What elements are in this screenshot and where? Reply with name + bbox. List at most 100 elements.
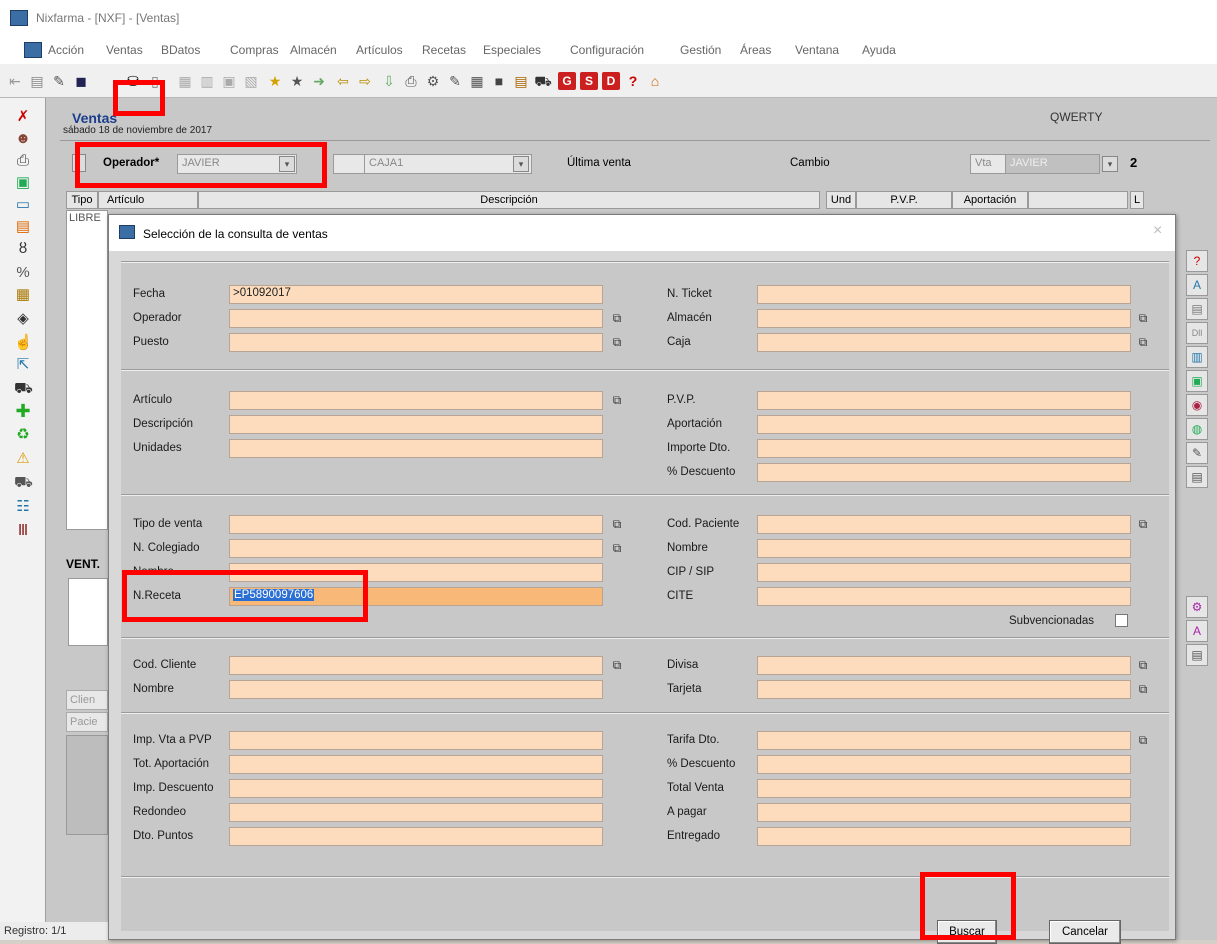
save-icon[interactable]: ✎	[50, 72, 68, 90]
menu-areas[interactable]: Áreas	[740, 43, 771, 57]
question-icon[interactable]: ?	[1186, 250, 1208, 272]
image-icon[interactable]: ▣	[1186, 370, 1208, 392]
key-icon[interactable]: ◈	[14, 310, 32, 328]
col-l[interactable]: L	[1130, 191, 1144, 209]
cod-cliente-lov-icon[interactable]: ⧉	[609, 657, 625, 673]
caja-dropdown-icon[interactable]: ▾	[513, 156, 529, 172]
menu-configuracion[interactable]: Configuración	[570, 43, 644, 57]
tarifa-dto-lov-icon[interactable]: ⧉	[1135, 732, 1151, 748]
cancelar-button[interactable]: Cancelar	[1049, 920, 1121, 944]
total-venta-input[interactable]	[757, 779, 1131, 798]
tarjeta-input[interactable]	[757, 680, 1131, 699]
operador-dropdown-icon[interactable]: ▾	[279, 156, 295, 172]
undo-icon[interactable]: ▧	[242, 72, 260, 90]
user-icon[interactable]: ☻	[14, 130, 32, 148]
menu-articulos[interactable]: Artículos	[356, 43, 403, 57]
tarifa-dto-input[interactable]	[757, 731, 1131, 750]
ticket-input[interactable]	[757, 285, 1131, 304]
font-icon[interactable]: A	[1186, 274, 1208, 296]
cite-input[interactable]	[757, 587, 1131, 606]
d-button[interactable]: D	[602, 72, 620, 90]
list-icon[interactable]: ■	[490, 72, 508, 90]
menu-recetas[interactable]: Recetas	[422, 43, 466, 57]
print-icon[interactable]: ◼	[72, 72, 90, 90]
cod-paciente-lov-icon[interactable]: ⧉	[1135, 516, 1151, 532]
tipo-venta-input[interactable]	[229, 515, 603, 534]
descuento-pct2-input[interactable]	[757, 755, 1131, 774]
paciente-field[interactable]: Pacie	[66, 712, 108, 732]
operador-lov-icon[interactable]: ⧉	[609, 310, 625, 326]
dto-puntos-input[interactable]	[229, 827, 603, 846]
menu-gestion[interactable]: Gestión	[680, 43, 721, 57]
divisa-input[interactable]	[757, 656, 1131, 675]
disc-icon[interactable]: ◉	[1186, 394, 1208, 416]
report-icon[interactable]: ▤	[512, 72, 530, 90]
operador-input[interactable]	[229, 309, 603, 328]
warning-icon[interactable]: ⚠	[14, 450, 32, 468]
articulo-lov-icon[interactable]: ⧉	[609, 392, 625, 408]
col-aportacion[interactable]: Aportación	[952, 191, 1028, 209]
new-icon[interactable]: ▤	[28, 72, 46, 90]
edit-icon[interactable]: ✎	[1186, 442, 1208, 464]
menu-compras[interactable]: Compras	[230, 43, 279, 57]
record-selector[interactable]	[72, 154, 86, 172]
importe-dto-input[interactable]	[757, 439, 1131, 458]
hand-icon[interactable]: ☝	[14, 334, 33, 352]
vta-combo[interactable]: JAVIER	[1005, 154, 1100, 174]
exit-icon[interactable]: ⇤	[6, 72, 24, 90]
help-pointer-icon[interactable]: ✎	[446, 72, 464, 90]
a-pagar-input[interactable]	[757, 803, 1131, 822]
left-arrow-icon[interactable]: ⇦	[334, 72, 352, 90]
col-tipo[interactable]: Tipo	[66, 191, 98, 209]
unidades-input[interactable]	[229, 439, 603, 458]
printer-icon[interactable]: ⎙	[14, 152, 32, 170]
search-icon[interactable]: ⛁	[124, 72, 142, 90]
query-icon[interactable]: ▯	[146, 72, 164, 90]
menu-especiales[interactable]: Especiales	[483, 43, 541, 57]
menu-ventas[interactable]: Ventas	[106, 43, 143, 57]
entregado-input[interactable]	[757, 827, 1131, 846]
right-arrow-icon[interactable]: ⇨	[356, 72, 374, 90]
close-icon[interactable]: ×	[1153, 222, 1162, 240]
barcode-icon[interactable]: Ⅲ	[14, 522, 32, 540]
col-descripcion[interactable]: Descripción	[198, 191, 820, 209]
home-icon[interactable]: ⌂	[646, 72, 664, 90]
paste-icon[interactable]: ▣	[220, 72, 238, 90]
form-icon[interactable]: ▤	[1186, 298, 1208, 320]
caja-combo[interactable]: CAJA1	[364, 154, 532, 174]
col-und[interactable]: Und	[826, 191, 856, 209]
users-icon[interactable]: ☷	[14, 498, 32, 516]
caja-lov-icon[interactable]: ⧉	[1135, 334, 1151, 350]
caja-input[interactable]	[757, 333, 1131, 352]
cut-icon[interactable]: ▦	[176, 72, 194, 90]
pvp-input[interactable]	[757, 391, 1131, 410]
articulo-input[interactable]	[229, 391, 603, 410]
cliente-nombre-input[interactable]	[229, 680, 603, 699]
table-body[interactable]: LIBRE	[66, 210, 108, 530]
puesto-input[interactable]	[229, 333, 603, 352]
redondeo-input[interactable]	[229, 803, 603, 822]
menu-ayuda[interactable]: Ayuda	[862, 43, 896, 57]
ventas-grid[interactable]	[68, 578, 108, 646]
document-icon[interactable]	[24, 42, 42, 58]
font-pink-icon[interactable]: A	[1186, 620, 1208, 642]
monitor-icon[interactable]: ▭	[14, 196, 32, 214]
aportacion-input[interactable]	[757, 415, 1131, 434]
cliente-field[interactable]: Clien	[66, 690, 108, 710]
import-icon[interactable]: ⇩	[380, 72, 398, 90]
buscar-button[interactable]: Buscar	[937, 920, 997, 944]
descuento-pct-input[interactable]	[757, 463, 1131, 482]
cart-icon[interactable]: ⛟	[14, 380, 33, 398]
box-icon[interactable]: ▦	[14, 286, 32, 304]
document-icon[interactable]: ▤	[1186, 466, 1208, 488]
receta-input[interactable]: EP5890097606	[229, 587, 603, 606]
globe-icon[interactable]: ◍	[1186, 418, 1208, 440]
almacen-input[interactable]	[757, 309, 1131, 328]
copy-icon[interactable]: ▥	[198, 72, 216, 90]
percent-icon[interactable]: %	[14, 264, 32, 282]
help-button[interactable]: ?	[624, 72, 642, 90]
calculator-icon[interactable]: ▦	[468, 72, 486, 90]
g-button[interactable]: G	[558, 72, 576, 90]
paciente-nombre-input[interactable]	[757, 539, 1131, 558]
s-button[interactable]: S	[580, 72, 598, 90]
